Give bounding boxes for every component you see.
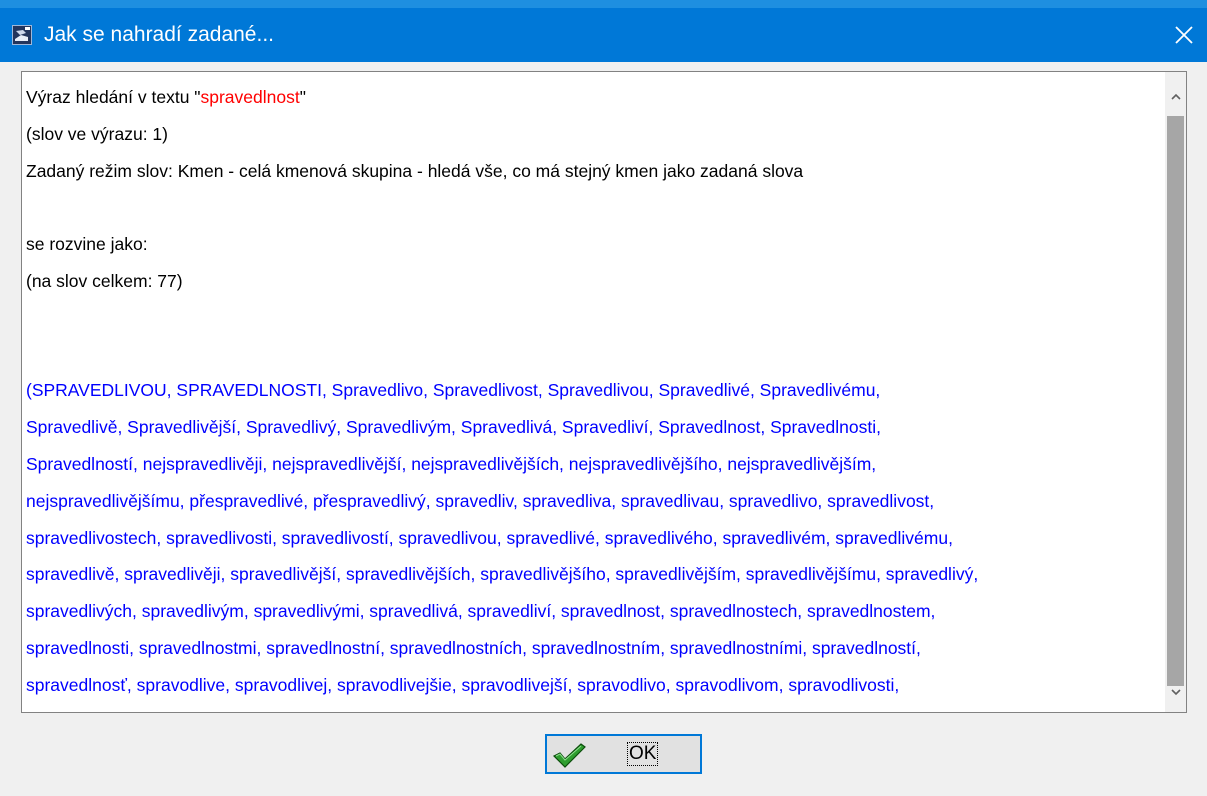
- word-list-line: (SPRAVEDLIVOU, SPRAVEDLNOSTI, Spravedliv…: [26, 380, 881, 400]
- total-words-line: (na slov celkem: 77): [26, 271, 183, 291]
- mode-line: Zadaný režim slov: Kmen - celá kmenová s…: [26, 161, 804, 181]
- results-text: Výraz hledání v textu "spravedlnost" (sl…: [22, 72, 1166, 712]
- scroll-down-button[interactable]: [1165, 682, 1186, 703]
- word-list-line: Spravedlností, nejspravedlivěji, nejspra…: [26, 454, 877, 474]
- results-textbox[interactable]: Výraz hledání v textu "spravedlnost" (sl…: [21, 71, 1187, 713]
- app-icon: [12, 25, 32, 45]
- search-expression-line: Výraz hledání v textu "spravedlnost": [26, 87, 306, 107]
- ok-button-label: OK: [627, 742, 659, 766]
- word-list-line: spravedlivostech, spravedlivosti, sprave…: [26, 528, 953, 548]
- word-list-line: Spravedlivě, Spravedlivější, Spravedlivý…: [26, 417, 881, 437]
- word-list-line: spravedlnosť, spravodlive, spravodlivej,…: [26, 675, 900, 695]
- word-list-line: nejspravedlivějšímu, přespravedlivé, pře…: [26, 491, 935, 511]
- search-term: spravedlnost: [200, 87, 300, 107]
- title-bar[interactable]: Jak se nahradí zadané...: [0, 8, 1207, 62]
- word-count-line: (slov ve výrazu: 1): [26, 124, 168, 144]
- word-list-line: spravedlivých, spravedlivým, spravedlivý…: [26, 601, 936, 621]
- scroll-up-button[interactable]: [1165, 86, 1186, 107]
- close-icon: [1175, 26, 1193, 44]
- top-edge-strip: [0, 0, 1207, 8]
- word-list-line: spravedlivě, spravedlivěji, spravedlivěj…: [26, 564, 979, 584]
- expands-as-line: se rozvine jako:: [26, 234, 148, 254]
- checkmark-icon: [552, 743, 586, 768]
- scrollbar-thumb[interactable]: [1167, 116, 1184, 686]
- chevron-up-icon: [1170, 93, 1181, 100]
- window-title: Jak se nahradí zadané...: [44, 23, 274, 46]
- word-list-line: spravedlnosti, spravedlnostmi, spravedln…: [26, 638, 921, 658]
- vertical-scrollbar[interactable]: [1165, 72, 1186, 712]
- close-button[interactable]: [1161, 8, 1207, 62]
- chevron-down-icon: [1170, 689, 1181, 696]
- ok-button[interactable]: OK: [545, 734, 702, 774]
